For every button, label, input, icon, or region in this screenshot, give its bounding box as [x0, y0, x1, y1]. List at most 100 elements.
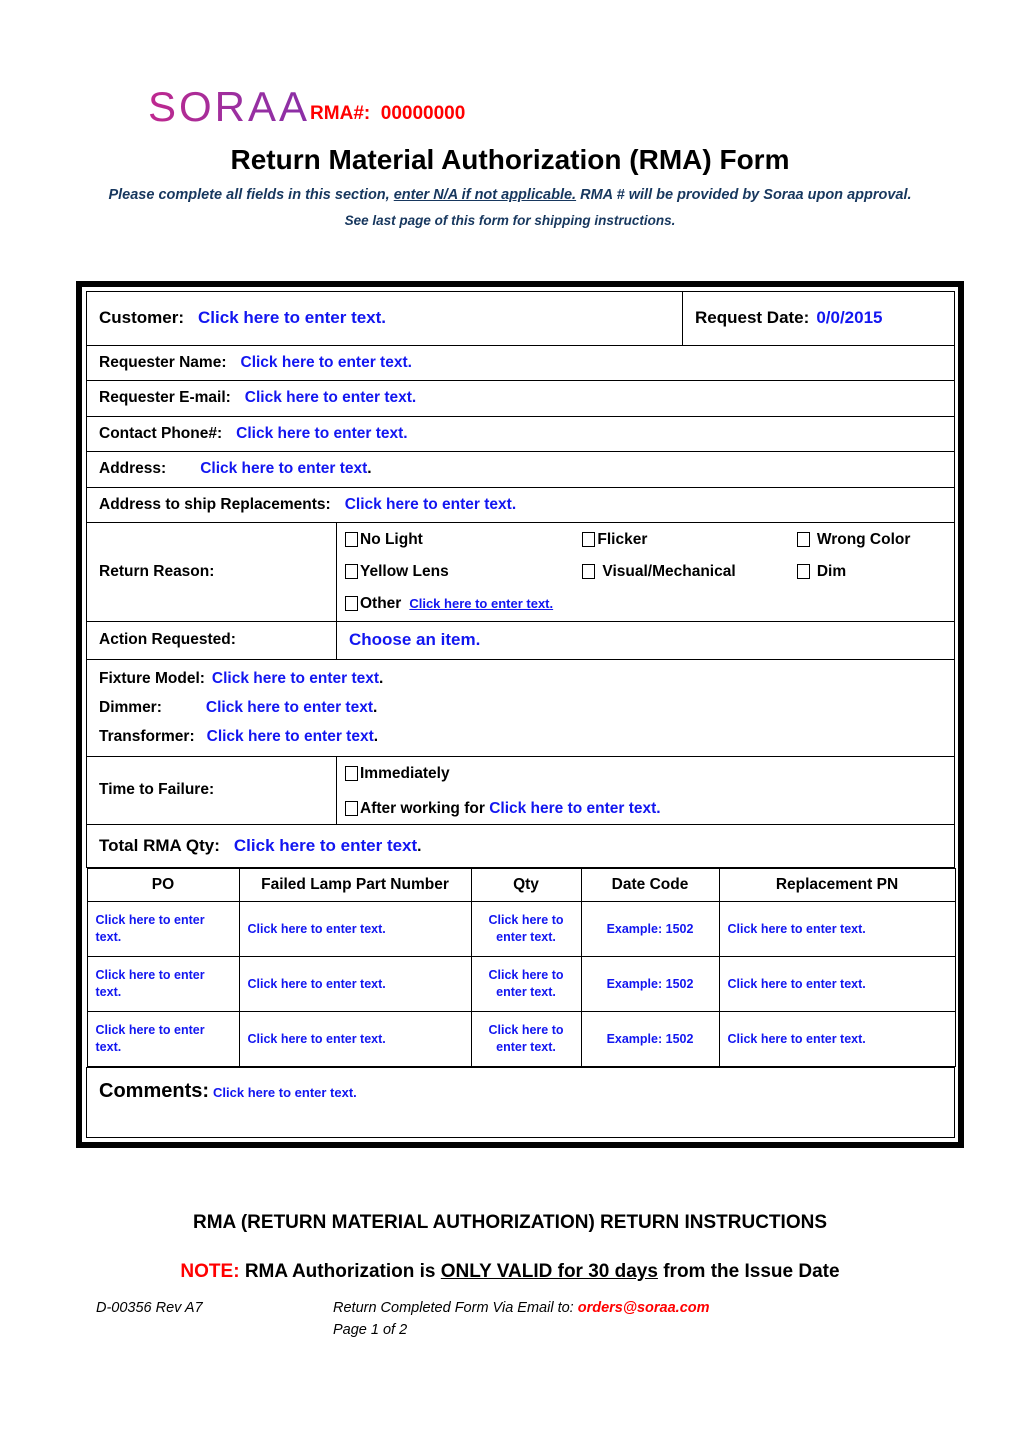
dimmer-field[interactable]: Dimmer: Click here to enter text. [99, 699, 944, 717]
orders-email-link[interactable]: orders@soraa.com [578, 1300, 710, 1316]
transformer-value[interactable]: Click here to enter text [207, 728, 374, 745]
cell-part-number[interactable]: Click here to enter text. [238, 1011, 472, 1068]
email-line: Return Completed Form Via Email to: orde… [333, 1300, 710, 1316]
reason-label-other: Other [360, 594, 402, 612]
customer-value[interactable]: Click here to enter text. [198, 308, 386, 327]
cell-requester-email[interactable]: Requester E-mail: Click here to enter tex… [86, 380, 955, 417]
page-subtitle-2: See last page of this form for shipping … [344, 213, 676, 228]
row-customer: Customer: Click here to enter text. Reque… [86, 291, 955, 346]
cell-replacement-pn[interactable]: Click here to enter text. [718, 901, 956, 958]
ship-address-value[interactable]: Click here to enter text. [345, 496, 516, 513]
total-qty-label: Total RMA Qty: [99, 835, 220, 855]
col-header-date-code: Date Code [580, 868, 720, 903]
cell-po[interactable]: Click here to enter text. [86, 901, 240, 958]
address-field[interactable]: Address: Click here to enter text. [87, 452, 954, 486]
dimmer-value[interactable]: Click here to enter text [206, 699, 373, 716]
note-prefix: NOTE: [180, 1261, 240, 1282]
cell-replacement-pn[interactable]: Click here to enter text. [718, 956, 956, 1013]
cell-part-number[interactable]: Click here to enter text. [238, 901, 472, 958]
after-working-value[interactable]: Click here to enter text. [489, 800, 660, 817]
rma-label: RMA#: [310, 103, 371, 124]
total-qty-field[interactable]: Total RMA Qty: Click here to enter text. [87, 825, 954, 868]
checkbox-icon[interactable] [796, 563, 810, 579]
cell-comments[interactable]: Comments: Click here to enter text. [86, 1067, 955, 1139]
address-value[interactable]: Click here to enter text [200, 460, 367, 477]
cell-total-qty[interactable]: Total RMA Qty: Click here to enter text. [86, 823, 955, 869]
ttf-option-after-working[interactable]: After working for Click here to enter te… [345, 800, 950, 818]
reason-label: No Light [360, 530, 423, 548]
ttf-option-immediately[interactable]: Immediately [345, 765, 950, 783]
time-to-failure-label-wrap: Time to Failure: [87, 773, 336, 807]
return-reason-label-wrap: Return Reason: [87, 555, 336, 589]
checkbox-icon[interactable] [345, 765, 358, 781]
requester-name-field[interactable]: Requester Name: Click here to enter text. [87, 346, 954, 380]
requester-email-field[interactable]: Requester E-mail: Click here to enter tex… [87, 381, 954, 415]
reason-option-visual-mechanical[interactable]: Visual/Mechanical [582, 563, 796, 581]
fixture-model-value[interactable]: Click here to enter text [212, 670, 379, 687]
comments-label: Comments: [99, 1080, 210, 1103]
cell-request-date[interactable]: Request Date: 0/0/2015 [682, 291, 955, 346]
request-date-value[interactable]: 0/0/2015 [816, 308, 882, 327]
col-header-part-number: Failed Lamp Part Number [238, 868, 472, 903]
transformer-field[interactable]: Transformer: Click here to enter text. [99, 728, 944, 746]
reason-option-yellow-lens[interactable]: Yellow Lens [345, 563, 582, 581]
cell-qty[interactable]: Click here to enter text. [470, 1011, 582, 1068]
fixture-model-field[interactable]: Fixture Model: Click here to enter text. [99, 670, 944, 688]
reason-option-flicker[interactable]: Flicker [582, 531, 796, 549]
checkbox-icon[interactable] [345, 531, 358, 547]
cell-action-requested-value[interactable]: Choose an item. [336, 620, 955, 660]
row-total-qty: Total RMA Qty: Click here to enter text. [86, 823, 955, 869]
cell-replacement-pn[interactable]: Click here to enter text. [718, 1011, 956, 1068]
cell-customer[interactable]: Customer: Click here to enter text. [86, 291, 683, 346]
cell-qty[interactable]: Click here to enter text. [470, 901, 582, 958]
page-number: Page 1 of 2 [333, 1322, 408, 1338]
reason-option-other[interactable]: Other Click here to enter text. [345, 595, 553, 613]
time-to-failure-options: Immediately After working for Click here… [337, 757, 954, 824]
contact-phone-field[interactable]: Contact Phone#: Click here to enter text. [87, 417, 954, 451]
action-requested-label-wrap: Action Requested: [87, 623, 336, 657]
reason-label: Yellow Lens [360, 562, 449, 580]
cell-date-code[interactable]: Example: 1502 [580, 1011, 720, 1068]
checkbox-icon[interactable] [582, 563, 596, 579]
total-qty-value[interactable]: Click here to enter text [234, 836, 417, 855]
action-requested-value[interactable]: Choose an item. [349, 630, 480, 649]
cell-po[interactable]: Click here to enter text. [86, 956, 240, 1013]
comments-field[interactable]: Comments: Click here to enter text. [87, 1068, 954, 1137]
ship-address-field[interactable]: Address to ship Replacements: Click here … [87, 488, 954, 522]
checkbox-icon[interactable] [345, 595, 358, 611]
reason-option-dim[interactable]: Dim [796, 562, 950, 581]
cell-requester-name[interactable]: Requester Name: Click here to enter text. [86, 344, 955, 382]
contact-phone-value[interactable]: Click here to enter text. [236, 425, 407, 442]
ttf-label: Immediately [360, 764, 450, 782]
cell-part-number[interactable]: Click here to enter text. [238, 956, 472, 1013]
col-header-qty: Qty [470, 868, 582, 903]
cell-date-code[interactable]: Example: 1502 [580, 901, 720, 958]
requester-name-value[interactable]: Click here to enter text. [241, 354, 412, 371]
comments-value[interactable]: Click here to enter text. [213, 1085, 357, 1100]
reason-option-wrong-color[interactable]: Wrong Color [796, 531, 950, 549]
reason-label: Dim [816, 562, 847, 580]
col-header-replacement-pn: Replacement PN [718, 868, 956, 903]
checkbox-icon[interactable] [345, 800, 358, 816]
cell-qty[interactable]: Click here to enter text. [470, 956, 582, 1013]
row-fixture-details: Fixture Model: Click here to enter text. … [86, 658, 955, 757]
ttf-label: After working for [360, 799, 485, 817]
rma-form-table: Customer: Click here to enter text. Reque… [86, 291, 956, 1139]
cell-address[interactable]: Address: Click here to enter text. [86, 451, 955, 488]
cell-po[interactable]: Click here to enter text. [86, 1011, 240, 1068]
cell-date-code[interactable]: Example: 1502 [580, 956, 720, 1013]
requester-email-label: Requester E-mail: [99, 389, 231, 407]
requester-email-value[interactable]: Click here to enter text. [245, 389, 416, 406]
soraa-logo: SORAA [148, 83, 311, 130]
other-text-value[interactable]: Click here to enter text. [409, 596, 553, 611]
reason-option-no-light[interactable]: No Light [345, 531, 582, 549]
checkbox-icon[interactable] [796, 531, 810, 547]
checkbox-icon[interactable] [582, 531, 596, 547]
checkbox-icon[interactable] [345, 563, 358, 579]
request-date-field[interactable]: Request Date: 0/0/2015 [683, 292, 954, 345]
fixture-model-label: Fixture Model: [99, 669, 205, 687]
customer-field[interactable]: Customer: Click here to enter text. [87, 292, 682, 345]
action-requested-dropdown[interactable]: Choose an item. [337, 622, 954, 659]
cell-ship-address[interactable]: Address to ship Replacements: Click here … [86, 486, 955, 523]
cell-contact-phone[interactable]: Contact Phone#: Click here to enter text. [86, 415, 955, 453]
